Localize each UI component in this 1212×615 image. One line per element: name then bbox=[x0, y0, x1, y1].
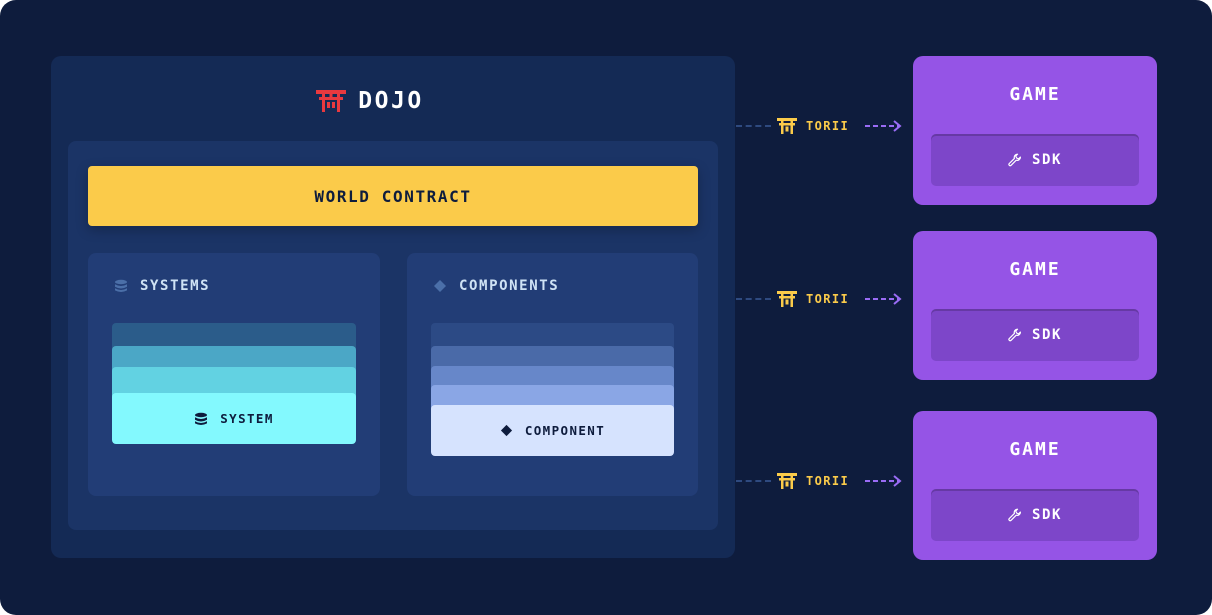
arrow-right-icon bbox=[865, 293, 902, 305]
database-icon bbox=[115, 279, 127, 292]
wrench-icon bbox=[1008, 153, 1021, 167]
arrow-right-icon bbox=[865, 475, 902, 487]
components-header: COMPONENTS bbox=[433, 278, 559, 294]
game-box-3: GAME SDK bbox=[913, 411, 1157, 560]
dojo-header: DOJO bbox=[0, 88, 740, 114]
torii-gate-icon bbox=[777, 118, 797, 134]
game-title: GAME bbox=[1009, 84, 1061, 105]
connector-line bbox=[736, 298, 771, 300]
system-card: SYSTEM bbox=[112, 393, 356, 444]
game-title: GAME bbox=[1009, 259, 1061, 280]
torii-gate-icon bbox=[777, 291, 797, 307]
components-title: COMPONENTS bbox=[459, 278, 560, 294]
component-label: COMPONENT bbox=[524, 423, 606, 438]
game-box-1: GAME SDK bbox=[913, 56, 1157, 205]
diamond-icon bbox=[500, 424, 512, 437]
component-card: COMPONENT bbox=[431, 405, 674, 456]
database-icon bbox=[195, 412, 208, 425]
wrench-icon bbox=[1008, 328, 1021, 342]
torii-connector-3: TORII bbox=[736, 473, 903, 489]
world-contract-label: WORLD CONTRACT bbox=[314, 186, 472, 206]
torii-connector-1: TORII bbox=[736, 118, 903, 134]
systems-header: SYSTEMS bbox=[114, 278, 210, 294]
dojo-title: DOJO bbox=[358, 88, 424, 114]
torii-label: TORII bbox=[806, 119, 850, 133]
sdk-label: SDK bbox=[1031, 507, 1063, 523]
connector-line bbox=[736, 125, 771, 127]
wrench-icon bbox=[1008, 508, 1021, 522]
torii-label: TORII bbox=[806, 474, 850, 488]
diamond-icon bbox=[434, 280, 446, 292]
torii-connector-2: TORII bbox=[736, 291, 903, 307]
architecture-diagram: DOJO WORLD CONTRACT SYSTEMS SYSTEM COMPO… bbox=[0, 0, 1212, 615]
world-contract: WORLD CONTRACT bbox=[88, 166, 698, 226]
sdk-box: SDK bbox=[931, 134, 1139, 186]
torii-gate-logo-icon bbox=[316, 90, 347, 112]
game-box-2: GAME SDK bbox=[913, 231, 1157, 380]
torii-gate-icon bbox=[777, 473, 797, 489]
game-title: GAME bbox=[1009, 439, 1061, 460]
arrow-right-icon bbox=[865, 120, 902, 132]
sdk-label: SDK bbox=[1031, 327, 1063, 343]
sdk-box: SDK bbox=[931, 309, 1139, 361]
sdk-box: SDK bbox=[931, 489, 1139, 541]
torii-label: TORII bbox=[806, 292, 850, 306]
system-label: SYSTEM bbox=[220, 411, 274, 426]
connector-line bbox=[736, 480, 771, 482]
sdk-label: SDK bbox=[1031, 152, 1063, 168]
systems-title: SYSTEMS bbox=[140, 278, 211, 294]
